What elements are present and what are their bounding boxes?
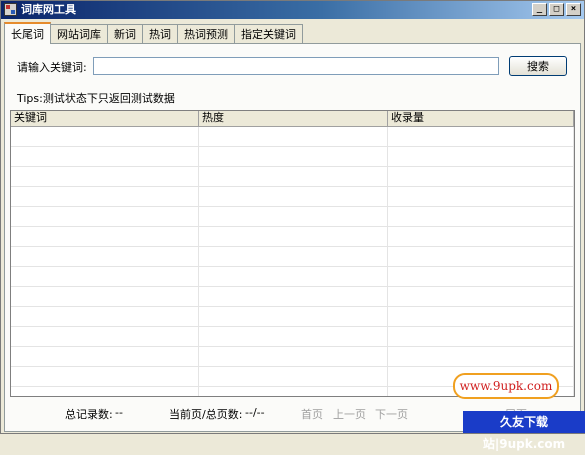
table-cell — [199, 267, 388, 286]
app-window: 词库网工具 _ □ × 长尾词 网站词库 新词 热词 热词预测 指定关键词 请输… — [0, 0, 585, 451]
table-row[interactable] — [11, 147, 574, 167]
table-cell — [388, 147, 574, 166]
table-row[interactable] — [11, 347, 574, 367]
table-cell — [388, 347, 574, 366]
table-cell — [11, 387, 199, 396]
tab-specified-keyword[interactable]: 指定关键词 — [234, 24, 303, 43]
table-row[interactable] — [11, 247, 574, 267]
table-row[interactable] — [11, 207, 574, 227]
first-page-link[interactable]: 首页 — [301, 406, 323, 422]
table-cell — [199, 327, 388, 346]
page-value: --/-- — [245, 406, 265, 419]
watermark-url: www.9upk.com — [453, 373, 559, 399]
table-cell — [199, 287, 388, 306]
page-label: 当前页/总页数: — [169, 408, 243, 421]
tab-new-words[interactable]: 新词 — [107, 24, 143, 43]
tab-hot-forecast[interactable]: 热词预测 — [177, 24, 235, 43]
minimize-icon[interactable]: _ — [532, 3, 547, 16]
column-header-indexed[interactable]: 收录量 — [388, 111, 574, 126]
table-cell — [199, 167, 388, 186]
table-cell — [11, 307, 199, 326]
column-header-keyword[interactable]: 关键词 — [11, 111, 199, 126]
table-cell — [11, 167, 199, 186]
watermark-site: 久友下载站|9upk.com — [463, 411, 585, 451]
table-cell — [199, 347, 388, 366]
table-cell — [388, 267, 574, 286]
table-cell — [388, 127, 574, 146]
table-cell — [11, 147, 199, 166]
table-row[interactable] — [11, 327, 574, 347]
table-cell — [388, 327, 574, 346]
total-records-label: 总记录数: — [65, 408, 113, 421]
tab-strip: 长尾词 网站词库 新词 热词 热词预测 指定关键词 — [4, 22, 303, 44]
table-row[interactable] — [11, 287, 574, 307]
table-cell — [11, 227, 199, 246]
table-cell — [388, 247, 574, 266]
maximize-icon[interactable]: □ — [549, 3, 564, 16]
table-cell — [11, 187, 199, 206]
table-cell — [199, 127, 388, 146]
table-row[interactable] — [11, 187, 574, 207]
table-cell — [11, 347, 199, 366]
table-cell — [199, 227, 388, 246]
table-cell — [11, 327, 199, 346]
table-cell — [11, 127, 199, 146]
table-cell — [388, 167, 574, 186]
tab-hot-words[interactable]: 热词 — [142, 24, 178, 43]
table-row[interactable] — [11, 227, 574, 247]
window-controls: _ □ × — [532, 3, 581, 16]
results-table[interactable]: 关键词 热度 收录量 — [10, 110, 575, 397]
table-row[interactable] — [11, 307, 574, 327]
column-header-heat[interactable]: 热度 — [199, 111, 388, 126]
tab-site-lexicon[interactable]: 网站词库 — [50, 24, 108, 43]
table-cell — [199, 147, 388, 166]
table-cell — [199, 367, 388, 386]
app-icon — [4, 3, 17, 16]
table-cell — [199, 307, 388, 326]
tab-long-tail[interactable]: 长尾词 — [4, 22, 51, 44]
next-page-link[interactable]: 下一页 — [375, 406, 408, 422]
table-row[interactable] — [11, 127, 574, 147]
table-cell — [199, 247, 388, 266]
table-cell — [388, 207, 574, 226]
tips-text: Tips:测试状态下只返回测试数据 — [17, 92, 175, 105]
table-cell — [388, 287, 574, 306]
close-icon[interactable]: × — [566, 3, 581, 16]
table-row[interactable] — [11, 267, 574, 287]
table-cell — [11, 247, 199, 266]
table-cell — [11, 207, 199, 226]
table-cell — [11, 367, 199, 386]
window-title: 词库网工具 — [21, 3, 76, 16]
table-cell — [11, 267, 199, 286]
table-header: 关键词 热度 收录量 — [11, 111, 574, 127]
table-body — [11, 127, 574, 396]
title-bar[interactable]: 词库网工具 _ □ × — [1, 1, 584, 19]
table-row[interactable] — [11, 167, 574, 187]
total-records-value: -- — [115, 406, 123, 419]
table-cell — [199, 207, 388, 226]
table-cell — [199, 387, 388, 396]
keyword-label: 请输入关键词: — [17, 61, 87, 74]
table-cell — [388, 307, 574, 326]
search-button[interactable]: 搜索 — [509, 56, 567, 76]
table-cell — [388, 227, 574, 246]
prev-page-link[interactable]: 上一页 — [333, 406, 366, 422]
keyword-input[interactable] — [93, 57, 499, 75]
table-cell — [199, 187, 388, 206]
table-cell — [388, 187, 574, 206]
table-cell — [11, 287, 199, 306]
